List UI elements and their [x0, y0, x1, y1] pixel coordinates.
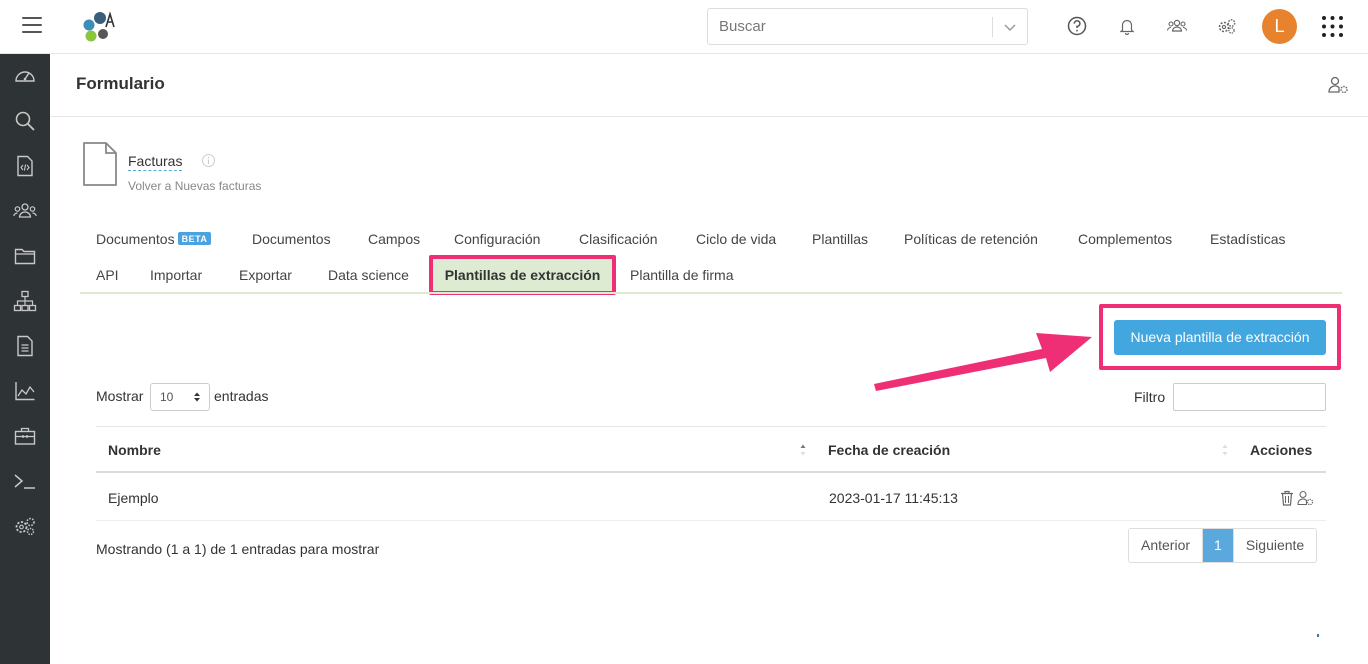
info-icon[interactable] — [201, 153, 216, 168]
tab-exportar[interactable]: Exportar — [239, 267, 292, 283]
tab-politicas-de-retencion[interactable]: Políticas de retención — [904, 231, 1038, 247]
pagination-prev[interactable]: Anterior — [1129, 529, 1203, 562]
sort-ascending-icon[interactable] — [800, 443, 806, 457]
user-settings-icon[interactable] — [1327, 74, 1349, 96]
sort-icon[interactable] — [1222, 443, 1228, 457]
search-icon[interactable] — [13, 109, 37, 133]
page-title: Formulario — [76, 74, 165, 93]
tab-plantillas[interactable]: Plantillas — [812, 231, 868, 247]
page-length-select[interactable]: 10 — [150, 383, 210, 411]
top-bar: L — [0, 0, 1368, 54]
search-input[interactable] — [708, 9, 992, 44]
pagination: Anterior 1 Siguiente — [1128, 528, 1318, 563]
pagination-page-1[interactable]: 1 — [1202, 529, 1233, 562]
folder-icon[interactable] — [13, 244, 37, 268]
tab-clasificacion[interactable]: Clasificación — [579, 231, 658, 247]
new-extraction-template-button[interactable]: Nueva plantilla de extracción — [1114, 320, 1326, 355]
tab-plantillas-de-extraccion[interactable]: Plantillas de extracción — [429, 255, 616, 295]
code-file-icon[interactable] — [13, 154, 37, 178]
filter-label: Filtro — [1134, 389, 1166, 405]
search-box[interactable] — [707, 8, 1028, 45]
tab-importar[interactable]: Importar — [150, 267, 202, 283]
table-cell-date: 2023-01-17 11:45:13 — [829, 490, 958, 506]
apps-grid-icon[interactable] — [1321, 15, 1344, 38]
tab-documentos[interactable]: Documentos — [252, 231, 331, 247]
chevron-down-icon[interactable] — [1002, 19, 1018, 35]
menu-icon[interactable] — [22, 17, 42, 35]
user-avatar[interactable]: L — [1262, 9, 1297, 44]
table-cell-name: Ejemplo — [108, 490, 159, 506]
tab-complementos[interactable]: Complementos — [1078, 231, 1172, 247]
users-icon[interactable] — [13, 199, 37, 223]
trash-icon[interactable] — [1278, 489, 1296, 507]
terminal-icon[interactable] — [13, 469, 37, 493]
chart-icon[interactable] — [13, 379, 37, 403]
annotation-arrow — [874, 333, 1092, 391]
entity-name[interactable]: Facturas — [128, 153, 183, 171]
settings-icon[interactable] — [13, 514, 37, 538]
column-header-acciones: Acciones — [1250, 442, 1313, 458]
filter-input[interactable] — [1173, 383, 1326, 411]
pagination-next[interactable]: Siguiente — [1232, 529, 1317, 562]
tab-data-science[interactable]: Data science — [328, 267, 409, 283]
tab-plantilla-de-firma[interactable]: Plantilla de firma — [630, 267, 734, 283]
gears-icon[interactable] — [1216, 15, 1238, 37]
toolbox-icon[interactable] — [13, 424, 37, 448]
entries-label: entradas — [214, 388, 269, 404]
document-icon[interactable] — [13, 334, 37, 358]
help-icon[interactable] — [1066, 15, 1088, 37]
column-header-fecha[interactable]: Fecha de creación — [828, 442, 950, 458]
tab-campos[interactable]: Campos — [368, 231, 420, 247]
hierarchy-icon[interactable] — [13, 289, 37, 313]
beta-badge: BETA — [177, 232, 212, 245]
tab-estadisticas[interactable]: Estadísticas — [1210, 231, 1285, 247]
column-header-nombre[interactable]: Nombre — [108, 442, 161, 458]
users-icon[interactable] — [1166, 15, 1188, 37]
user-settings-icon[interactable] — [1296, 489, 1314, 507]
app-logo[interactable] — [80, 10, 120, 44]
sort-arrows-icon — [194, 392, 200, 402]
tab-configuracion[interactable]: Configuración — [454, 231, 540, 247]
document-icon — [83, 142, 117, 186]
show-label: Mostrar — [96, 388, 144, 404]
sidebar — [0, 54, 50, 664]
table-info: Mostrando (1 a 1) de 1 entradas para mos… — [96, 541, 380, 557]
dashboard-icon[interactable] — [13, 64, 37, 88]
tab-documentos-beta[interactable]: Documentos BETA — [96, 231, 212, 247]
tab-api[interactable]: API — [96, 267, 119, 283]
back-link[interactable]: Volver a Nuevas facturas — [128, 179, 261, 193]
bell-icon[interactable] — [1116, 15, 1138, 37]
tab-ciclo-de-vida[interactable]: Ciclo de vida — [696, 231, 776, 247]
